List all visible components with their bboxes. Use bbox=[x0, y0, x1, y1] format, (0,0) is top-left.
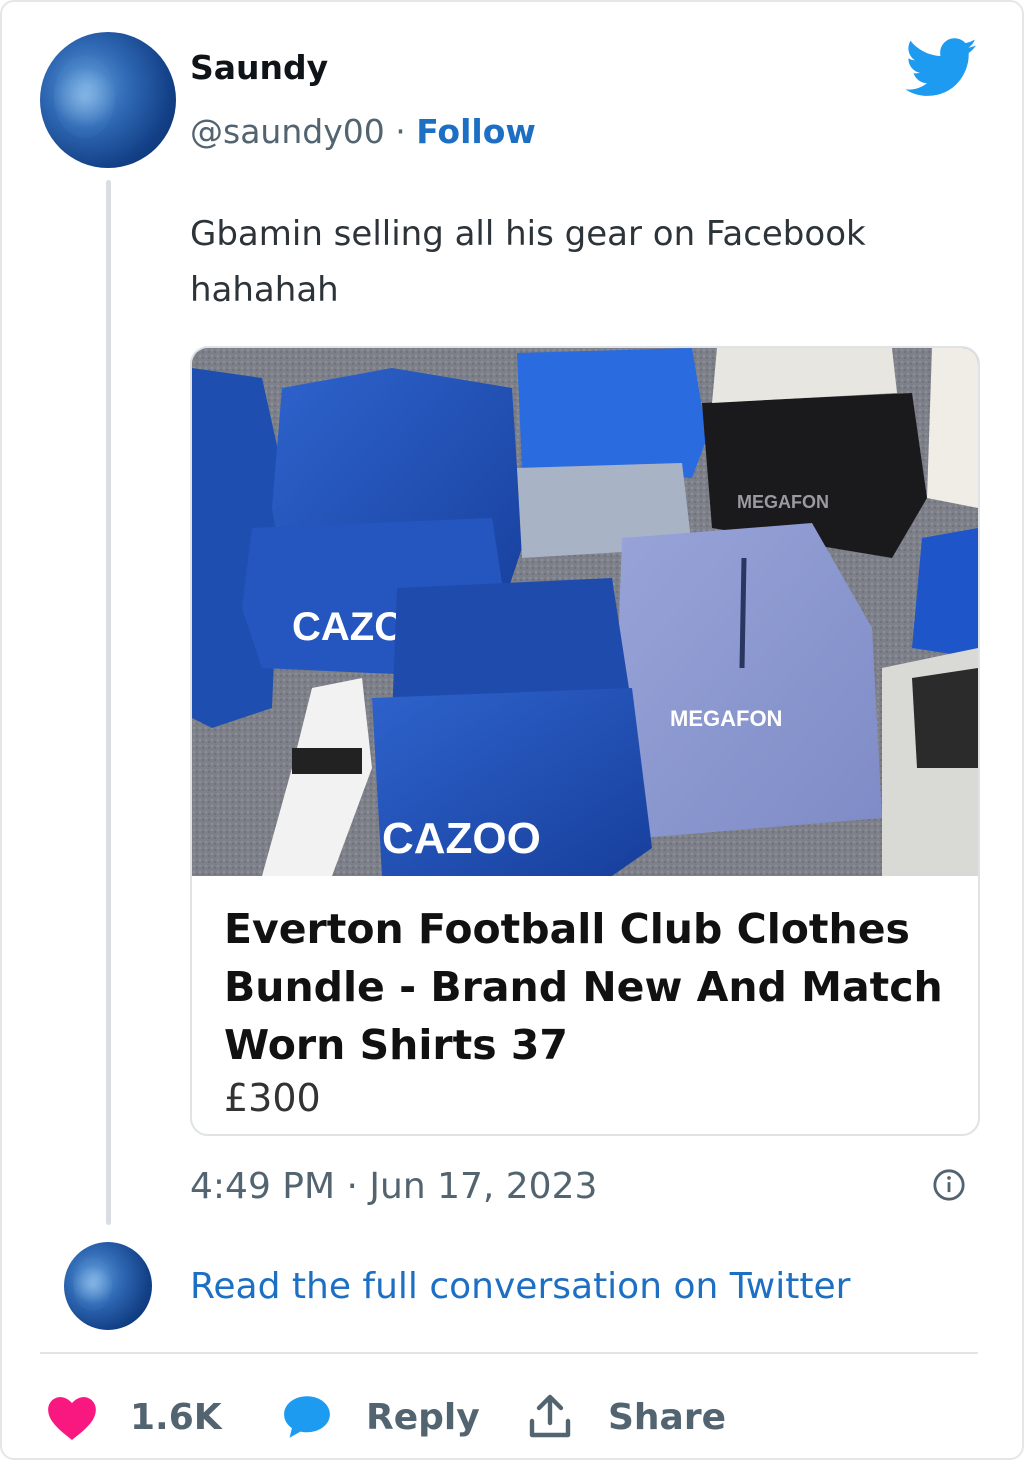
info-icon[interactable] bbox=[932, 1168, 966, 1202]
photo-sponsor-text-bottom: CAZOO bbox=[382, 814, 541, 863]
tweet-actions: 1.6K Reply Share bbox=[2, 1382, 1022, 1452]
author-handle-row: @saundy00 · Follow bbox=[190, 112, 536, 151]
share-icon bbox=[529, 1394, 571, 1438]
thread-line bbox=[106, 180, 111, 1225]
link-preview-price: £300 bbox=[224, 1076, 321, 1120]
twitter-bird-icon[interactable] bbox=[906, 38, 978, 98]
conversation-avatar[interactable] bbox=[64, 1242, 152, 1330]
reply-label: Reply bbox=[366, 1396, 480, 1438]
tweet-text-line-2: hahahah bbox=[190, 270, 339, 310]
photo-shirt-top-middle bbox=[517, 348, 707, 478]
link-preview-title[interactable]: Everton Football Club Clothes Bundle - B… bbox=[224, 900, 964, 1074]
follow-button[interactable]: Follow bbox=[416, 112, 536, 151]
photo-megafon-black: MEGAFON bbox=[737, 492, 829, 512]
tweet-text-line-1: Gbamin selling all his gear on Facebook bbox=[190, 214, 866, 254]
author-avatar[interactable] bbox=[40, 32, 176, 168]
share-button[interactable]: Share bbox=[526, 1382, 726, 1452]
like-button[interactable]: 1.6K bbox=[46, 1382, 222, 1452]
author-name[interactable]: Saundy bbox=[190, 48, 328, 87]
footer-divider bbox=[40, 1352, 978, 1354]
heart-icon bbox=[48, 1397, 96, 1440]
author-handle[interactable]: @saundy00 bbox=[190, 112, 385, 151]
read-conversation-link[interactable]: Read the full conversation on Twitter bbox=[190, 1266, 850, 1307]
tweet-text: Gbamin selling all his gear on Facebook … bbox=[190, 206, 950, 318]
link-preview-card[interactable]: CAZOO MEGAFON MEGAFON CAZOO Everton Foot… bbox=[190, 346, 980, 1136]
reply-button[interactable]: Reply bbox=[280, 1382, 480, 1452]
share-label: Share bbox=[608, 1396, 727, 1438]
tweet-timestamp[interactable]: 4:49 PM · Jun 17, 2023 bbox=[190, 1166, 597, 1207]
like-count: 1.6K bbox=[130, 1396, 222, 1438]
handle-separator: · bbox=[395, 112, 406, 151]
tweet-card: Saundy @saundy00 · Follow Gbamin selling… bbox=[0, 0, 1024, 1460]
link-preview-photo[interactable]: CAZOO MEGAFON MEGAFON CAZOO bbox=[192, 348, 978, 876]
photo-megafon-grey: MEGAFON bbox=[670, 706, 782, 731]
reply-bubble-icon bbox=[284, 1396, 330, 1438]
